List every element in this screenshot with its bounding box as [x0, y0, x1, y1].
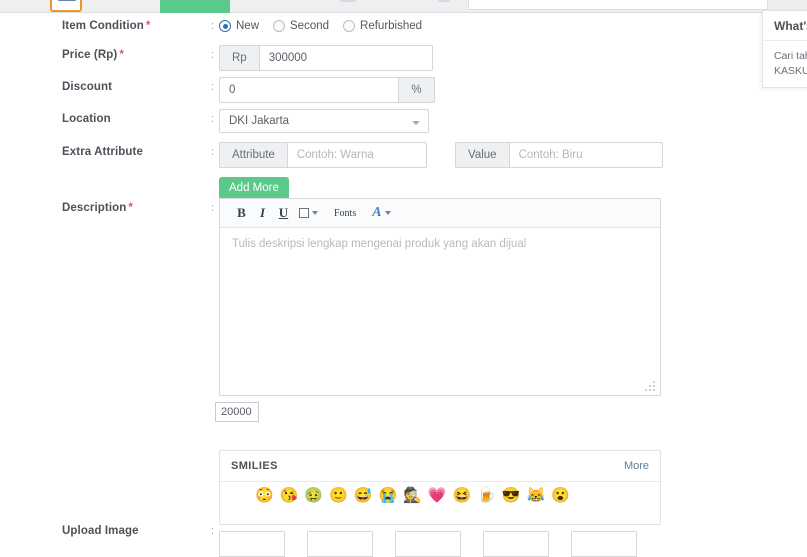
smiley-love[interactable]: 💗	[428, 488, 447, 503]
description-colon: :	[211, 202, 215, 214]
whats-new-title: What's	[763, 11, 807, 41]
smiley-shock[interactable]: 😮	[551, 488, 570, 503]
attribute-addon: Attribute	[219, 142, 287, 168]
required-asterisk: *	[119, 49, 124, 61]
smiley-ngakak[interactable]: 😹	[527, 488, 546, 503]
radio-second-icon[interactable]	[273, 20, 286, 32]
underline-icon[interactable]: U	[273, 203, 294, 224]
value-input[interactable]: Contoh: Biru	[508, 142, 663, 168]
location-label: Location	[62, 113, 210, 125]
extra-attribute-label: Extra Attribute	[62, 146, 210, 158]
chevron-down-icon	[312, 211, 318, 215]
site-header-bar	[0, 0, 807, 13]
header-search-input[interactable]	[468, 0, 768, 10]
smiley-malu[interactable]: 😳	[255, 488, 274, 503]
required-asterisk: *	[128, 202, 133, 214]
italic-icon[interactable]: I	[252, 203, 273, 224]
item-condition-colon: :	[211, 20, 215, 32]
location-colon: :	[211, 113, 215, 125]
description-label-text: Description	[62, 202, 127, 214]
add-more-button[interactable]: Add More	[219, 177, 289, 200]
text-color-icon[interactable]: A	[367, 203, 395, 224]
value-input-group[interactable]: Value Contoh: Biru	[455, 142, 663, 168]
price-currency-addon: Rp	[219, 45, 259, 71]
smiley-hammer[interactable]: 😎	[502, 488, 521, 503]
kaskus-logo-glyph	[58, 0, 76, 1]
radio-second-label: Second	[290, 20, 330, 32]
fonts-icon[interactable]: Fonts	[323, 203, 367, 224]
resize-handle-icon[interactable]	[645, 381, 656, 392]
price-input-group[interactable]: Rp 300000	[219, 45, 433, 71]
whats-new-line-1: Cari tah	[774, 50, 807, 62]
required-asterisk: *	[145, 20, 151, 32]
whats-new-panel: What's Cari tah KASKUS	[762, 10, 807, 88]
smilies-panel: SMILIES More 😳 😘 🤢 🙂 😅 😭 🕵 💗 😆 🍺 😎 😹 😮	[219, 450, 661, 525]
smilies-list: 😳 😘 🤢 🙂 😅 😭 🕵 💗 😆 🍺 😎 😹 😮	[220, 482, 660, 503]
smiley-happy[interactable]: 🙂	[329, 488, 348, 503]
discount-label: Discount	[62, 81, 210, 93]
description-editor[interactable]: B I U Fonts A Tulis deskripsi lengkap me…	[219, 198, 661, 396]
description-placeholder: Tulis deskripsi lengkap mengenai produk …	[232, 238, 527, 250]
attribute-input-group[interactable]: Attribute Contoh: Warna	[219, 142, 427, 168]
radio-new-label: New	[236, 20, 260, 32]
radio-item-refurbished[interactable]: Refurbished	[343, 20, 422, 32]
radio-refurbished-icon[interactable]	[343, 20, 356, 32]
text-color-glyph: A	[372, 205, 382, 220]
upload-image-label-text: Upload Image	[62, 525, 139, 537]
smilies-more-link[interactable]: More	[624, 460, 649, 472]
jual-tab[interactable]	[160, 0, 230, 13]
discount-percent-addon: %	[399, 77, 435, 103]
location-label-text: Location	[62, 113, 111, 125]
sell-item-form: Item Condition * : New Second Refurbished…	[0, 13, 807, 557]
description-char-counter[interactable]: 20000	[215, 402, 259, 422]
extra-attribute-colon: :	[211, 146, 215, 158]
value-addon: Value	[455, 142, 509, 168]
smiley-sweat[interactable]: 😅	[354, 488, 373, 503]
discount-input-group[interactable]: 0 %	[219, 77, 435, 103]
smiley-sick[interactable]: 🤢	[304, 488, 323, 503]
radio-item-new[interactable]: New	[219, 20, 259, 32]
radio-item-second[interactable]: Second	[273, 20, 329, 32]
smiley-kiss[interactable]: 😘	[280, 488, 299, 503]
highlight-swatch-icon	[299, 208, 309, 218]
chevron-down-icon	[384, 211, 391, 215]
header-icon-left[interactable]	[340, 0, 356, 2]
item-condition-label-text: Item Condition	[62, 20, 144, 32]
upload-image-label: Upload Image	[62, 525, 210, 537]
smiley-cry[interactable]: 😭	[378, 488, 397, 503]
chevron-down-icon	[412, 121, 420, 125]
upload-image-colon: :	[211, 525, 215, 537]
location-selected-value: DKI Jakarta	[229, 115, 290, 127]
location-select[interactable]: DKI Jakarta	[219, 109, 429, 133]
whats-new-line-2: KASKUS	[774, 65, 807, 78]
smilies-header: SMILIES More	[220, 451, 660, 482]
header-icon-right[interactable]	[438, 0, 450, 2]
attribute-input[interactable]: Contoh: Warna	[286, 142, 427, 168]
radio-new-icon[interactable]	[219, 20, 231, 32]
smilies-title: SMILIES	[231, 460, 278, 472]
description-textarea[interactable]: Tulis deskripsi lengkap mengenai produk …	[220, 228, 660, 396]
discount-label-text: Discount	[62, 81, 112, 93]
bold-icon[interactable]: B	[231, 203, 252, 224]
radio-refurbished-label: Refurbished	[360, 20, 423, 32]
kaskus-logo-icon[interactable]	[50, 0, 82, 12]
smiley-cool-hat[interactable]: 🕵	[403, 488, 422, 503]
highlight-color-icon[interactable]	[294, 203, 323, 224]
smiley-cendol[interactable]: 🍺	[477, 488, 496, 503]
price-label: Price (Rp) *	[62, 49, 210, 61]
whats-new-body: Cari tah KASKUS	[763, 41, 807, 79]
fonts-label: Fonts	[334, 207, 357, 219]
discount-input[interactable]: 0	[219, 77, 399, 103]
price-colon: :	[211, 49, 215, 61]
extra-attribute-label-text: Extra Attribute	[62, 146, 143, 158]
smiley-laugh[interactable]: 😆	[453, 488, 472, 503]
price-label-text: Price (Rp)	[62, 49, 118, 61]
description-label: Description *	[62, 202, 210, 214]
editor-toolbar: B I U Fonts A	[220, 199, 660, 228]
discount-colon: :	[211, 81, 215, 93]
item-condition-label: Item Condition *	[62, 20, 210, 32]
item-condition-radio-group[interactable]: New Second Refurbished	[219, 20, 422, 32]
price-input[interactable]: 300000	[258, 45, 433, 71]
